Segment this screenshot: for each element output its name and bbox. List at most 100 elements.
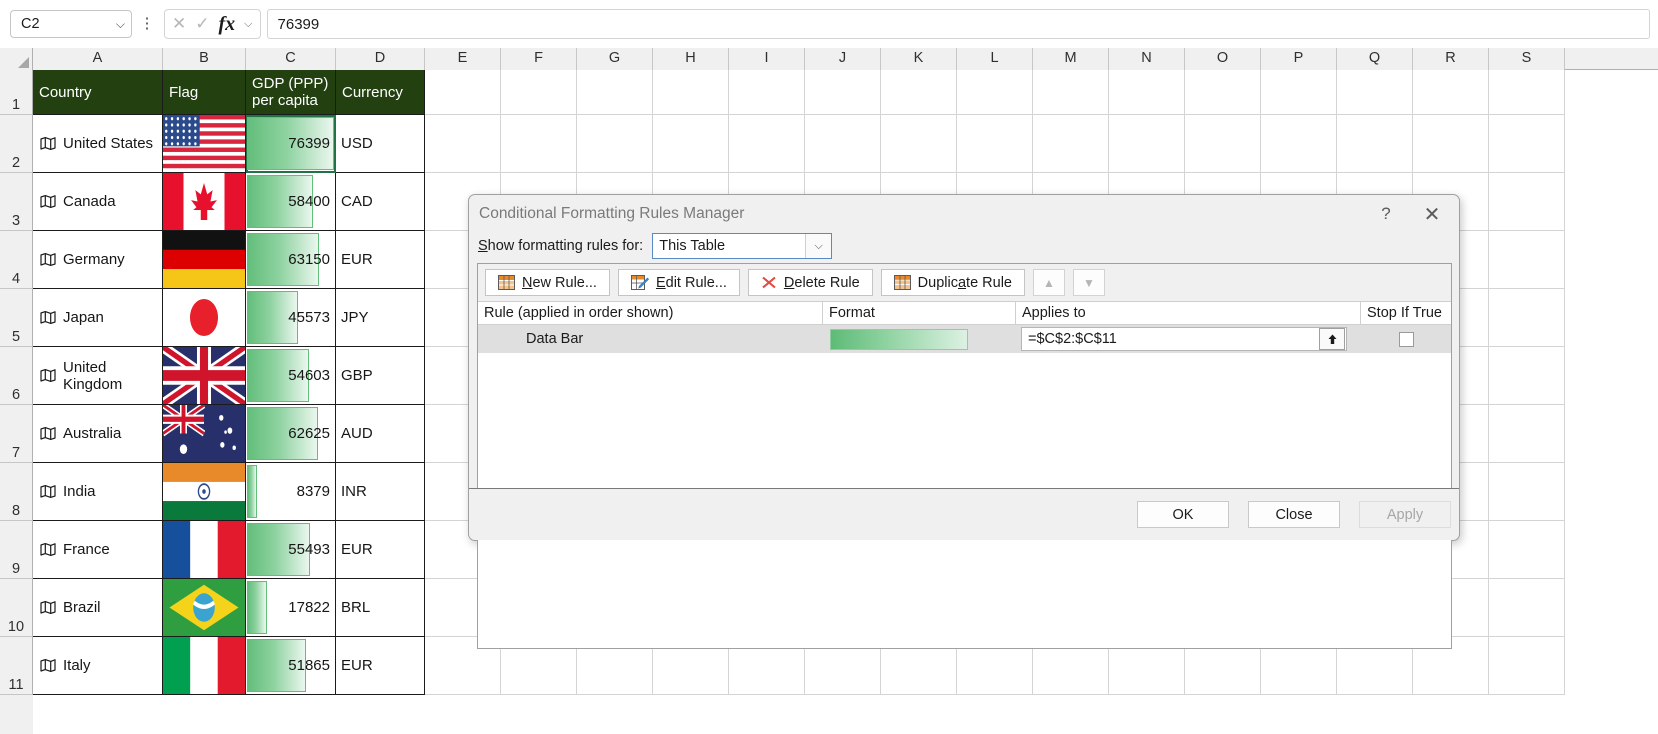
- show-rules-for-select[interactable]: This Table ⌵: [652, 233, 833, 259]
- table-header-flag[interactable]: Flag: [163, 70, 246, 115]
- cell-country-5[interactable]: Japan: [33, 289, 163, 347]
- row-header-8[interactable]: 8: [0, 463, 33, 521]
- column-header-E[interactable]: E: [425, 48, 501, 70]
- cell-P1[interactable]: [1261, 70, 1337, 115]
- cell-currency-10[interactable]: BRL: [336, 579, 425, 637]
- cell-L1[interactable]: [957, 70, 1033, 115]
- edit-rule-button[interactable]: Edit Rule...: [617, 269, 740, 296]
- cell-country-3[interactable]: Canada: [33, 173, 163, 231]
- column-header-H[interactable]: H: [653, 48, 729, 70]
- cell-currency-9[interactable]: EUR: [336, 521, 425, 579]
- cell-Q2[interactable]: [1337, 115, 1413, 173]
- cell-gdp-10[interactable]: 17822: [246, 579, 336, 637]
- name-box[interactable]: C2 ⌵: [10, 10, 132, 38]
- cell-S2[interactable]: [1489, 115, 1565, 173]
- cell-country-11[interactable]: Italy: [33, 637, 163, 695]
- cell-flag-6[interactable]: [163, 347, 246, 405]
- applies-to-input[interactable]: =$C$2:$C$11: [1021, 327, 1347, 351]
- cell-J1[interactable]: [805, 70, 881, 115]
- cell-flag-2[interactable]: [163, 115, 246, 173]
- more-options-icon[interactable]: ⋮: [136, 16, 158, 31]
- insert-function-icon[interactable]: fx: [219, 13, 236, 36]
- cell-flag-5[interactable]: [163, 289, 246, 347]
- cell-G1[interactable]: [577, 70, 653, 115]
- cell-L2[interactable]: [957, 115, 1033, 173]
- cell-S7[interactable]: [1489, 405, 1565, 463]
- close-icon[interactable]: ✕: [1409, 199, 1455, 229]
- cell-H2[interactable]: [653, 115, 729, 173]
- formula-input[interactable]: 76399: [266, 9, 1650, 39]
- cell-country-4[interactable]: Germany: [33, 231, 163, 289]
- cell-N2[interactable]: [1109, 115, 1185, 173]
- cell-currency-5[interactable]: JPY: [336, 289, 425, 347]
- row-header-1[interactable]: 1: [0, 70, 33, 115]
- stop-if-true-checkbox[interactable]: [1398, 331, 1414, 347]
- cell-I2[interactable]: [729, 115, 805, 173]
- cancel-formula-icon[interactable]: ✕: [172, 14, 186, 34]
- row-header-11[interactable]: 11: [0, 637, 33, 695]
- cell-flag-7[interactable]: [163, 405, 246, 463]
- cell-M1[interactable]: [1033, 70, 1109, 115]
- rule-format-cell[interactable]: [823, 328, 1016, 350]
- cell-currency-11[interactable]: EUR: [336, 637, 425, 695]
- cell-H1[interactable]: [653, 70, 729, 115]
- dialog-titlebar[interactable]: Conditional Formatting Rules Manager ? ✕: [469, 195, 1459, 233]
- row-header-9[interactable]: 9: [0, 521, 33, 579]
- help-icon[interactable]: ?: [1363, 199, 1409, 229]
- cell-S11[interactable]: [1489, 637, 1565, 695]
- cell-currency-6[interactable]: GBP: [336, 347, 425, 405]
- cell-currency-2[interactable]: USD: [336, 115, 425, 173]
- cell-E2[interactable]: [425, 115, 501, 173]
- cell-gdp-5[interactable]: 45573: [246, 289, 336, 347]
- cell-gdp-6[interactable]: 54603: [246, 347, 336, 405]
- cell-gdp-9[interactable]: 55493: [246, 521, 336, 579]
- row-header-4[interactable]: 4: [0, 231, 33, 289]
- cell-F2[interactable]: [501, 115, 577, 173]
- close-button[interactable]: Close: [1248, 501, 1340, 528]
- confirm-formula-icon[interactable]: ✓: [195, 14, 209, 34]
- column-header-B[interactable]: B: [163, 48, 246, 70]
- cell-G2[interactable]: [577, 115, 653, 173]
- cell-flag-8[interactable]: [163, 463, 246, 521]
- cell-Q1[interactable]: [1337, 70, 1413, 115]
- duplicate-rule-button[interactable]: Duplicate Rule: [880, 269, 1025, 296]
- cell-gdp-2[interactable]: 76399: [246, 115, 336, 173]
- row-header-5[interactable]: 5: [0, 289, 33, 347]
- cell-S8[interactable]: [1489, 463, 1565, 521]
- cell-N1[interactable]: [1109, 70, 1185, 115]
- cell-S6[interactable]: [1489, 347, 1565, 405]
- cell-K1[interactable]: [881, 70, 957, 115]
- cell-J2[interactable]: [805, 115, 881, 173]
- cell-flag-9[interactable]: [163, 521, 246, 579]
- column-header-S[interactable]: S: [1489, 48, 1565, 70]
- cell-I1[interactable]: [729, 70, 805, 115]
- new-rule-button[interactable]: New Rule...: [485, 269, 610, 296]
- cell-country-6[interactable]: United Kingdom: [33, 347, 163, 405]
- cell-E1[interactable]: [425, 70, 501, 115]
- chevron-down-icon[interactable]: ⌵: [244, 18, 252, 31]
- cell-gdp-8[interactable]: 8379: [246, 463, 336, 521]
- chevron-down-icon[interactable]: ⌵: [116, 17, 125, 32]
- apply-button[interactable]: Apply: [1359, 501, 1451, 528]
- cell-O2[interactable]: [1185, 115, 1261, 173]
- table-header-currency[interactable]: Currency: [336, 70, 425, 115]
- column-header-O[interactable]: O: [1185, 48, 1261, 70]
- column-header-C[interactable]: C: [246, 48, 336, 70]
- cell-O1[interactable]: [1185, 70, 1261, 115]
- cell-S3[interactable]: [1489, 173, 1565, 231]
- cell-S10[interactable]: [1489, 579, 1565, 637]
- table-header-country[interactable]: Country: [33, 70, 163, 115]
- delete-rule-button[interactable]: Delete Rule: [747, 269, 873, 296]
- move-rule-up-button[interactable]: ▲: [1033, 269, 1065, 296]
- cell-currency-3[interactable]: CAD: [336, 173, 425, 231]
- column-header-L[interactable]: L: [957, 48, 1033, 70]
- table-header-gdp[interactable]: GDP (PPP) per capita: [246, 70, 336, 115]
- move-rule-down-button[interactable]: ▼: [1073, 269, 1105, 296]
- chevron-down-icon[interactable]: ⌵: [805, 234, 832, 258]
- cell-gdp-4[interactable]: 63150: [246, 231, 336, 289]
- column-header-K[interactable]: K: [881, 48, 957, 70]
- cell-country-8[interactable]: India: [33, 463, 163, 521]
- cell-flag-11[interactable]: [163, 637, 246, 695]
- column-header-Q[interactable]: Q: [1337, 48, 1413, 70]
- cell-S5[interactable]: [1489, 289, 1565, 347]
